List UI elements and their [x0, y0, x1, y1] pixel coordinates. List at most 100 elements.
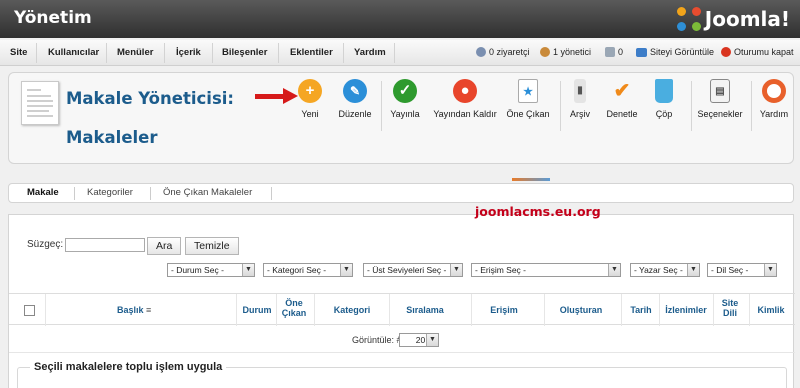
language-filter-select[interactable]: - Dil Seç - ▼ [707, 263, 777, 277]
trash-button-label: Çöp [655, 109, 673, 119]
column-divider [471, 294, 472, 326]
access-filter-select[interactable]: - Erişim Seç - ▼ [471, 263, 621, 277]
admin-header: Yönetim Joomla! [0, 0, 800, 38]
main-menu: Site Kullanıcılar Menüler İçerik Bileşen… [0, 40, 800, 66]
search-input[interactable] [65, 238, 145, 252]
trash-button[interactable]: Çöp [649, 79, 679, 131]
select-all-checkbox[interactable] [24, 305, 35, 316]
help-button-label: Yardım [759, 109, 789, 119]
admin-title: Yönetim [14, 8, 92, 28]
column-title[interactable]: Başlık ≡ [117, 305, 151, 315]
author-filter-select[interactable]: - Yazar Seç - ▼ [630, 263, 700, 277]
checkin-button[interactable]: ✔ Denetle [603, 79, 641, 131]
search-button[interactable]: Ara [147, 237, 182, 255]
check-icon: ✓ [393, 79, 417, 103]
publish-button[interactable]: ✓ Yayınla [387, 79, 423, 131]
status-visitors: 0 ziyaretçi [476, 47, 530, 57]
chevron-down-icon: ▼ [608, 264, 620, 276]
logout-link[interactable]: Oturumu kapat [721, 47, 794, 57]
status-filter-select[interactable]: - Durum Seç - ▼ [167, 263, 255, 277]
menu-divider [278, 43, 279, 63]
toolbar-divider [691, 81, 692, 131]
chevron-down-icon: ▼ [764, 264, 776, 276]
menu-item-extensions[interactable]: Eklentiler [290, 47, 333, 58]
column-access[interactable]: Erişim [477, 305, 531, 315]
status-messages-label: 0 [618, 47, 624, 57]
column-id[interactable]: Kimlik [751, 305, 791, 315]
category-filter-value: - Kategori Seç - [267, 265, 327, 275]
menu-item-components[interactable]: Bileşenler [222, 47, 267, 58]
menu-divider [394, 43, 395, 63]
joomla-logo-text: Joomla! [704, 7, 790, 31]
level-filter-select[interactable]: - Üst Seviyeleri Seç - ▼ [363, 263, 463, 277]
column-divider [749, 294, 750, 326]
column-author[interactable]: Oluşturan [549, 305, 613, 315]
options-icon: ▤ [710, 79, 730, 103]
archive-button-label: Arşiv [570, 109, 590, 119]
column-featured[interactable]: Öne Çıkan [279, 298, 309, 318]
tab-articles[interactable]: Makale [27, 187, 59, 198]
page-subtitle: Makaleler [66, 128, 158, 147]
level-filter-value: - Üst Seviyeleri Seç - [367, 265, 447, 275]
chevron-down-icon: ▼ [426, 334, 438, 346]
column-divider [236, 294, 237, 326]
tab-categories[interactable]: Kategoriler [87, 187, 133, 198]
archive-button[interactable]: ▮ Arşiv [565, 79, 595, 131]
new-button-label: Yeni [301, 109, 319, 119]
archive-icon: ▮ [574, 79, 586, 103]
articles-panel: joomlacms.eu.org Süzgeç: Ara Temizle - D… [8, 204, 795, 388]
status-visitors-label: 0 ziyaretçi [489, 47, 530, 57]
chevron-down-icon: ▼ [340, 264, 352, 276]
unpublish-button[interactable]: ● Yayından Kaldır [429, 79, 501, 131]
pencil-icon: ✎ [343, 79, 367, 103]
tab-divider [271, 187, 272, 200]
language-filter-value: - Dil Seç - [711, 265, 749, 275]
unpublish-icon: ● [453, 79, 477, 103]
tab-featured-articles[interactable]: Öne Çıkan Makaleler [163, 187, 252, 198]
column-divider [389, 294, 390, 326]
options-button[interactable]: ▤ Seçenekler [695, 79, 745, 131]
options-button-label: Seçenekler [697, 109, 743, 119]
menu-item-users[interactable]: Kullanıcılar [48, 47, 99, 58]
column-ordering[interactable]: Sıralama [393, 305, 457, 315]
access-filter-value: - Erişim Seç - [475, 265, 526, 275]
view-site-link[interactable]: Siteyi Görüntüle [636, 47, 714, 57]
status-filter-value: - Durum Seç - [171, 265, 224, 275]
tab-divider [74, 187, 75, 200]
menu-item-menus[interactable]: Menüler [117, 47, 153, 58]
menu-item-content[interactable]: İçerik [176, 47, 201, 58]
plus-icon: + [298, 79, 322, 103]
column-date[interactable]: Tarih [623, 305, 659, 315]
clear-button[interactable]: Temizle [185, 237, 239, 255]
toolbar-divider [751, 81, 752, 131]
joomla-logo[interactable]: Joomla! [676, 5, 790, 33]
admin-icon [540, 47, 550, 57]
content-subnav: Makale Kategoriler Öne Çıkan Makaleler [8, 183, 794, 203]
column-status[interactable]: Durum [240, 305, 274, 315]
column-hits[interactable]: İzlenimler [659, 305, 713, 315]
edit-button[interactable]: ✎ Düzenle [335, 79, 375, 131]
checkmark-icon: ✔ [613, 80, 631, 102]
display-limit-select[interactable]: 20 ▼ [399, 333, 439, 347]
status-admins-label: 1 yönetici [553, 47, 592, 57]
articles-table-header: Başlık ≡ Durum Öne Çıkan Kategori Sırala… [9, 293, 795, 326]
article-manager-icon [21, 81, 59, 125]
category-filter-select[interactable]: - Kategori Seç - ▼ [263, 263, 353, 277]
batch-process-legend: Seçili makalelere toplu işlem uygula [30, 361, 227, 373]
column-language[interactable]: Site Dili [717, 298, 743, 318]
tab-divider [150, 187, 151, 200]
column-category[interactable]: Kategori [321, 305, 383, 315]
trash-icon [655, 79, 673, 103]
menu-divider [106, 43, 107, 63]
toolbar-divider [381, 81, 382, 131]
menu-item-site[interactable]: Site [10, 47, 27, 58]
help-button[interactable]: Yardım [757, 79, 791, 131]
chevron-down-icon: ▼ [687, 264, 699, 276]
menu-item-help[interactable]: Yardım [354, 47, 386, 58]
chevron-down-icon: ▼ [450, 264, 462, 276]
batch-process-fieldset: Seçili makalelere toplu işlem uygula [17, 361, 787, 388]
new-button[interactable]: + Yeni [292, 79, 328, 131]
status-messages[interactable]: 0 [605, 47, 623, 57]
featured-button[interactable]: ★ Öne Çıkan [505, 79, 551, 131]
logout-icon [721, 47, 731, 57]
